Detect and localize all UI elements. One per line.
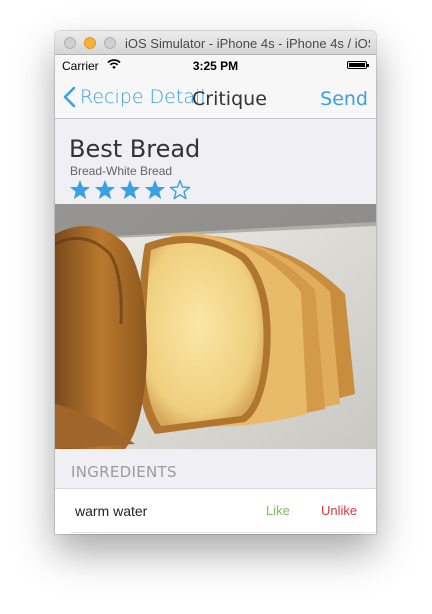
chevron-left-icon	[63, 86, 76, 108]
simulator-window: iOS Simulator - iPhone 4s - iPhone 4s / …	[55, 31, 376, 534]
battery-icon	[347, 61, 369, 69]
close-window-button[interactable]	[64, 37, 76, 49]
unlike-button[interactable]: Unlike	[321, 503, 357, 518]
star-filled-icon[interactable]	[94, 179, 116, 201]
recipe-photo	[55, 204, 376, 449]
recipe-subtitle: Bread-White Bread	[70, 164, 173, 178]
window-title: iOS Simulator - iPhone 4s - iPhone 4s / …	[125, 36, 370, 51]
navigation-bar: Recipe Detail Critique Send	[55, 75, 376, 119]
back-button[interactable]: Recipe Detail	[63, 85, 206, 109]
minimize-window-button[interactable]	[84, 37, 96, 49]
star-filled-icon[interactable]	[69, 179, 91, 201]
recipe-title: Best Bread	[69, 135, 201, 163]
star-rating[interactable]	[69, 179, 194, 201]
recipe-header: Best Bread Bread-White Bread	[55, 119, 376, 204]
back-button-label: Recipe Detail	[80, 86, 206, 108]
bread-photo	[55, 204, 376, 449]
status-time: 3:25 PM	[192, 59, 239, 73]
like-button[interactable]: Like	[266, 503, 290, 518]
zoom-window-button[interactable]	[104, 37, 116, 49]
window-titlebar[interactable]: iOS Simulator - iPhone 4s - iPhone 4s / …	[55, 31, 376, 55]
star-filled-icon[interactable]	[119, 179, 141, 201]
send-button[interactable]: Send	[320, 88, 368, 110]
ingredients-section-title: INGREDIENTS	[71, 463, 177, 481]
row-divider	[71, 532, 376, 533]
star-filled-icon[interactable]	[144, 179, 166, 201]
nav-title: Critique	[192, 88, 267, 110]
ingredients-section-header: INGREDIENTS	[55, 449, 376, 489]
status-bar: Carrier 3:25 PM	[55, 55, 376, 75]
star-empty-icon[interactable]	[169, 179, 191, 201]
ingredient-name: warm water	[75, 503, 148, 519]
ingredient-row: warm water Like Unlike	[55, 489, 376, 534]
